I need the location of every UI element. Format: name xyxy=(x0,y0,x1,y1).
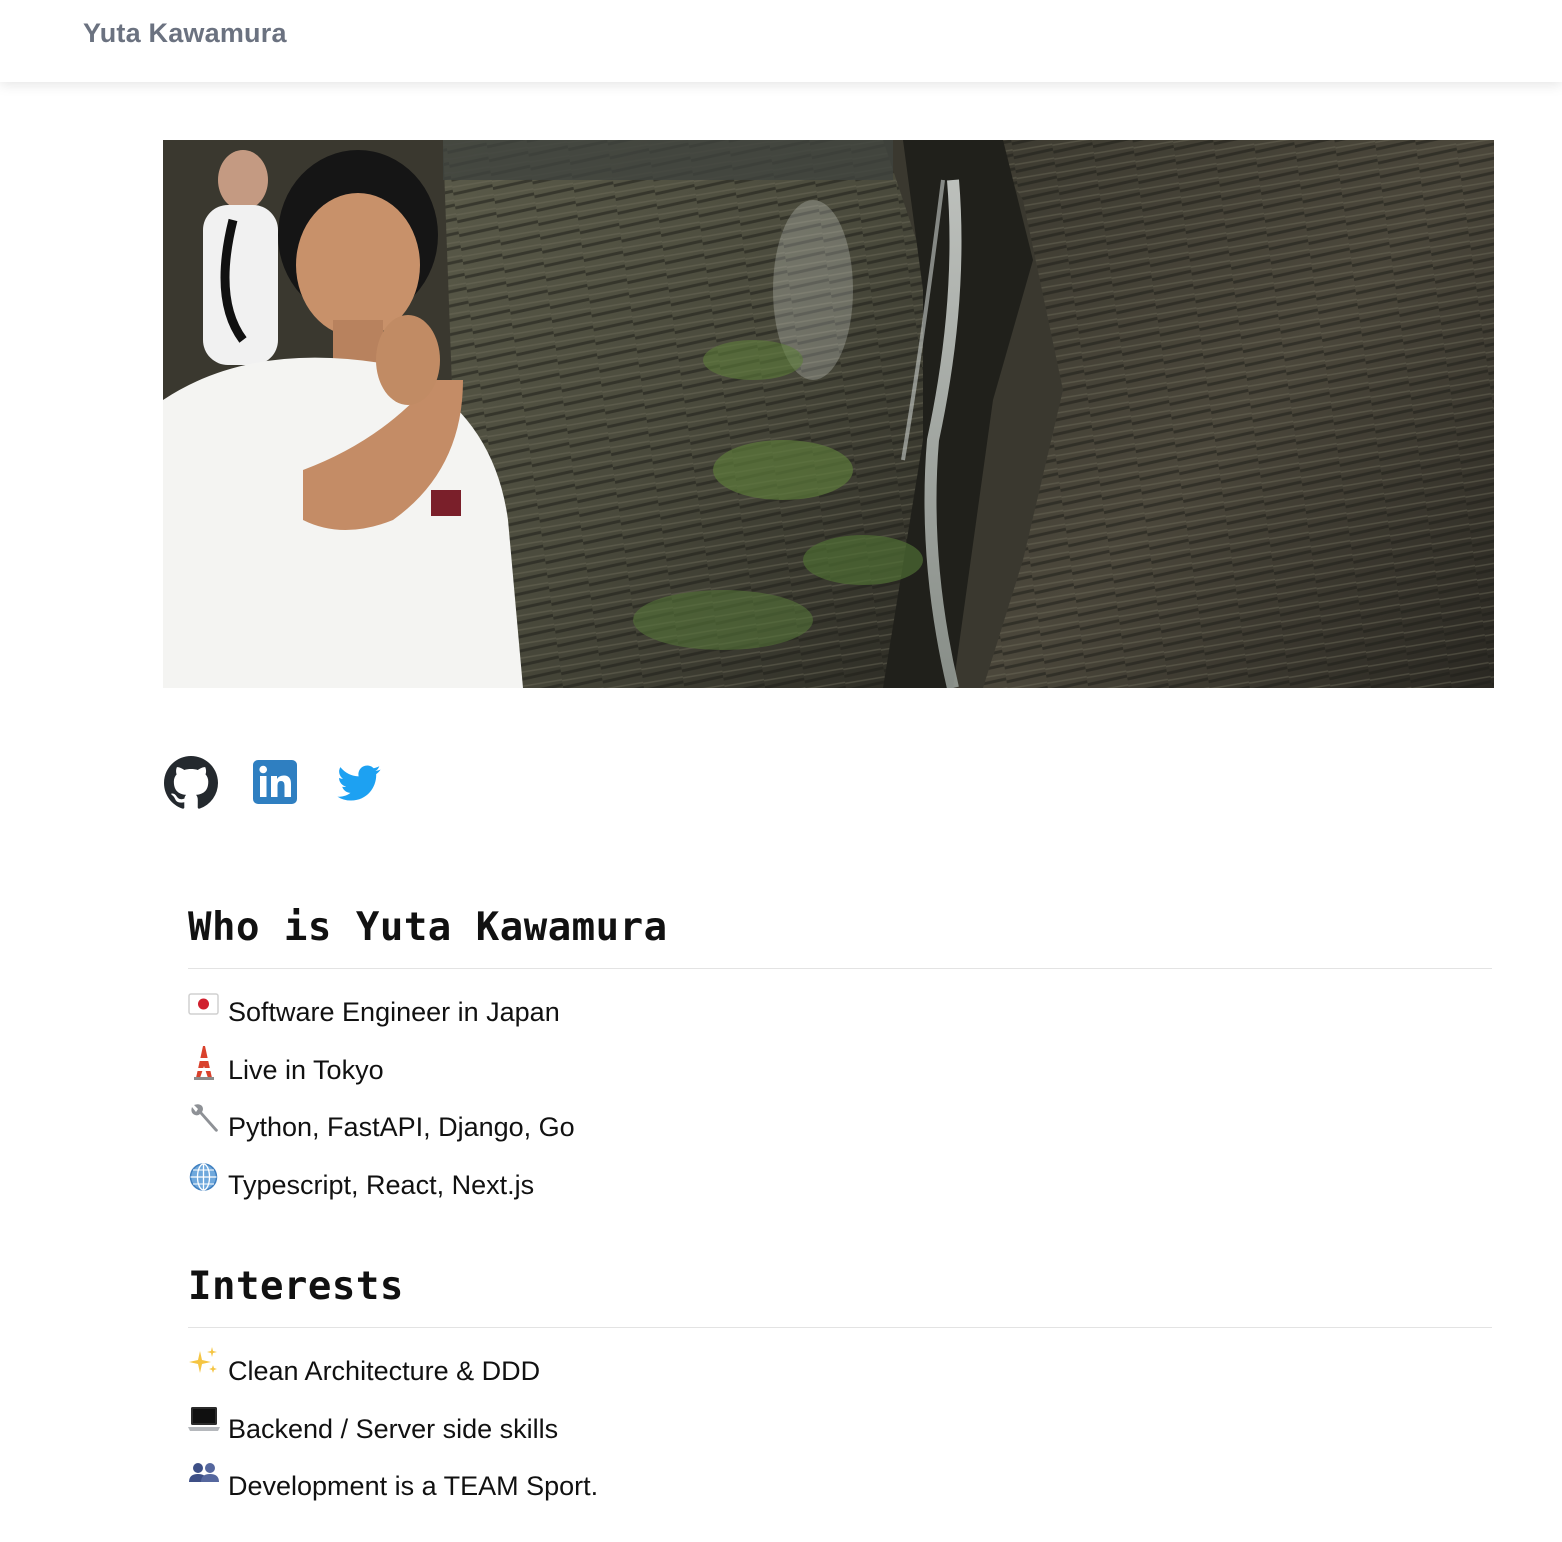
github-icon xyxy=(164,756,218,809)
navbar: Yuta Kawamura xyxy=(0,0,1562,82)
hero-photo xyxy=(163,140,1494,688)
linkedin-icon xyxy=(253,760,297,804)
list-item: Typescript, React, Next.js xyxy=(188,1162,1492,1223)
about-item-text: Software Engineer in Japan xyxy=(228,997,560,1027)
interests-list: Clean Architecture & DDD Backend / Serve… xyxy=(188,1347,1492,1524)
twitter-link[interactable] xyxy=(331,756,387,810)
list-item: Software Engineer in Japan xyxy=(188,992,1492,1050)
about-section: Who is Yuta Kawamura Software Engineer i… xyxy=(188,908,1492,1222)
wrench-icon xyxy=(188,1101,228,1141)
github-link[interactable] xyxy=(163,756,219,810)
linkedin-link[interactable] xyxy=(247,756,303,810)
tokyo-tower-icon xyxy=(188,1044,228,1084)
japan-flag-icon xyxy=(188,986,228,1026)
sparkles-icon xyxy=(188,1345,228,1385)
list-item: Development is a TEAM Sport. xyxy=(188,1463,1492,1524)
interests-item-text: Clean Architecture & DDD xyxy=(228,1356,541,1386)
list-item: Backend / Server side skills xyxy=(188,1406,1492,1467)
about-list: Software Engineer in Japan Live in Tokyo… xyxy=(188,992,1492,1222)
interests-section: Interests Clean Architecture & DDD Backe… xyxy=(188,1267,1492,1524)
about-item-text: Live in Tokyo xyxy=(228,1054,384,1085)
interests-item-text: Development is a TEAM Sport. xyxy=(228,1471,599,1501)
site-brand-link[interactable]: Yuta Kawamura xyxy=(83,18,287,49)
interests-item-text: Backend / Server side skills xyxy=(228,1413,559,1444)
hero-image xyxy=(163,140,1494,688)
list-item: Clean Architecture & DDD xyxy=(188,1347,1492,1409)
about-heading: Who is Yuta Kawamura xyxy=(188,908,1492,969)
interests-heading: Interests xyxy=(188,1267,1492,1328)
people-icon xyxy=(188,1460,228,1500)
globe-icon xyxy=(188,1159,228,1199)
about-item-text: Python, FastAPI, Django, Go xyxy=(228,1112,575,1142)
list-item: Live in Tokyo xyxy=(188,1045,1492,1108)
twitter-icon xyxy=(337,765,381,801)
laptop-icon xyxy=(188,1403,228,1443)
about-item-text: Typescript, React, Next.js xyxy=(228,1169,535,1200)
list-item: Python, FastAPI, Django, Go xyxy=(188,1104,1492,1165)
